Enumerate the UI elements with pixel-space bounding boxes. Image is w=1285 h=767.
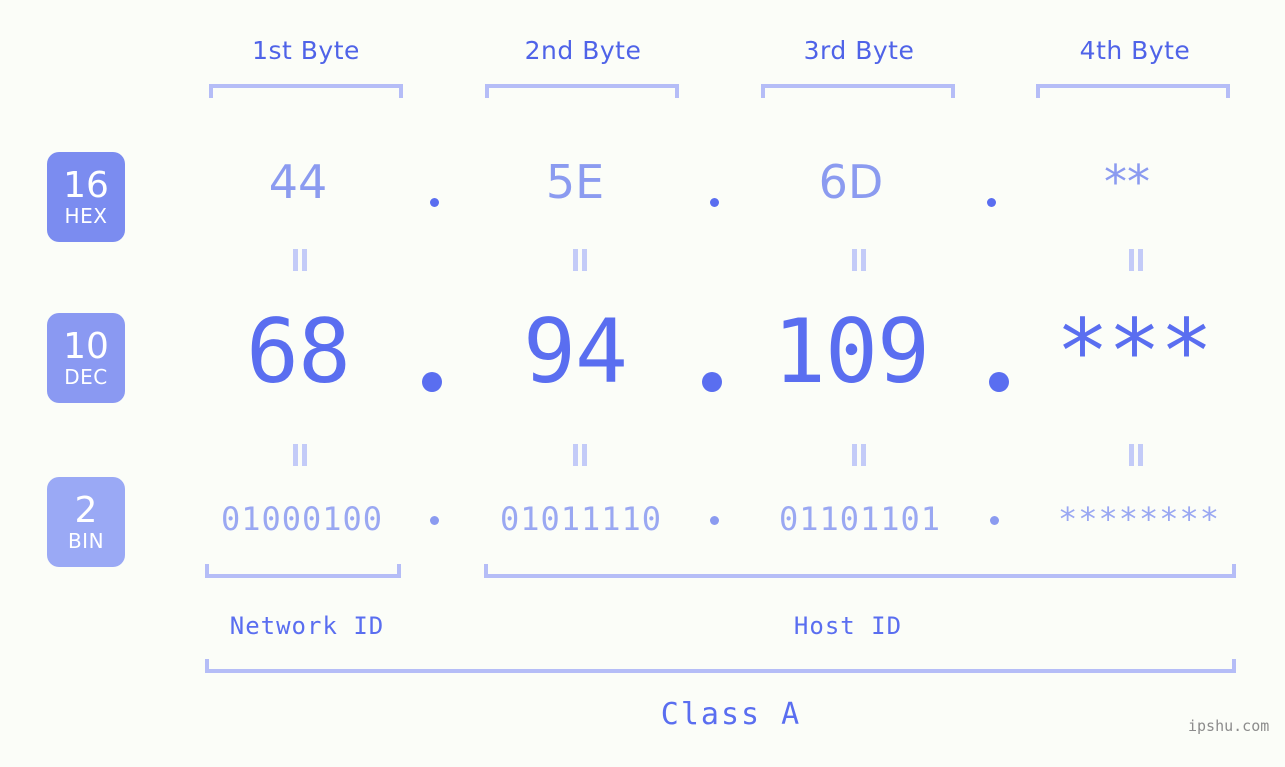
- bin-separator-3: [990, 516, 999, 525]
- hex-separator-3: [987, 198, 996, 207]
- bin-byte-3: 01101101: [778, 500, 942, 538]
- base-badge-hex-number: 16: [63, 165, 109, 206]
- byte-bracket-3: [761, 84, 955, 98]
- class-bracket: [205, 659, 1236, 673]
- byte-header-4: 4th Byte: [1079, 36, 1191, 65]
- equals-mark-hex-dec-4: [1128, 249, 1144, 271]
- network-id-label: Network ID: [229, 612, 385, 640]
- dec-byte-4: ***: [1056, 300, 1213, 403]
- base-badge-hex: 16 HEX: [47, 152, 125, 242]
- dec-separator-1: [422, 372, 442, 392]
- base-badge-dec-name: DEC: [64, 365, 108, 389]
- ip-address-breakdown-diagram: 1st Byte 2nd Byte 3rd Byte 4th Byte 16 H…: [0, 0, 1285, 767]
- base-badge-dec: 10 DEC: [47, 313, 125, 403]
- byte-bracket-1: [209, 84, 403, 98]
- host-id-label: Host ID: [793, 612, 903, 640]
- class-label: Class A: [660, 697, 802, 732]
- dec-separator-2: [702, 372, 722, 392]
- equals-mark-dec-bin-3: [851, 444, 867, 466]
- bin-byte-1: 01000100: [220, 500, 384, 538]
- bin-separator-2: [710, 516, 719, 525]
- byte-bracket-2: [485, 84, 679, 98]
- hex-byte-2: 5E: [545, 155, 605, 209]
- network-id-bracket: [205, 564, 401, 578]
- host-id-bracket: [484, 564, 1236, 578]
- byte-header-2: 2nd Byte: [524, 36, 642, 65]
- bin-byte-2: 01011110: [499, 500, 663, 538]
- base-badge-dec-number: 10: [63, 326, 109, 367]
- bin-byte-4: ********: [1057, 500, 1221, 538]
- equals-mark-hex-dec-2: [572, 249, 588, 271]
- byte-header-1: 1st Byte: [252, 36, 360, 65]
- equals-mark-dec-bin-4: [1128, 444, 1144, 466]
- hex-separator-1: [430, 198, 439, 207]
- base-badge-bin-number: 2: [74, 490, 98, 531]
- equals-mark-hex-dec-3: [851, 249, 867, 271]
- dec-separator-3: [989, 372, 1009, 392]
- site-watermark: ipshu.com: [1188, 717, 1270, 735]
- byte-header-3: 3rd Byte: [803, 36, 915, 65]
- hex-separator-2: [710, 198, 719, 207]
- dec-byte-3: 109: [773, 300, 930, 403]
- equals-mark-dec-bin-2: [572, 444, 588, 466]
- base-badge-hex-name: HEX: [64, 204, 108, 228]
- hex-byte-3: 6D: [818, 155, 884, 209]
- bin-separator-1: [430, 516, 439, 525]
- hex-byte-1: 44: [268, 155, 328, 209]
- base-badge-bin: 2 BIN: [47, 477, 125, 567]
- dec-byte-2: 94: [523, 300, 628, 403]
- byte-bracket-4: [1036, 84, 1230, 98]
- hex-byte-4: **: [1104, 155, 1150, 209]
- dec-byte-1: 68: [246, 300, 351, 403]
- equals-mark-dec-bin-1: [292, 444, 308, 466]
- equals-mark-hex-dec-1: [292, 249, 308, 271]
- base-badge-bin-name: BIN: [67, 529, 105, 553]
